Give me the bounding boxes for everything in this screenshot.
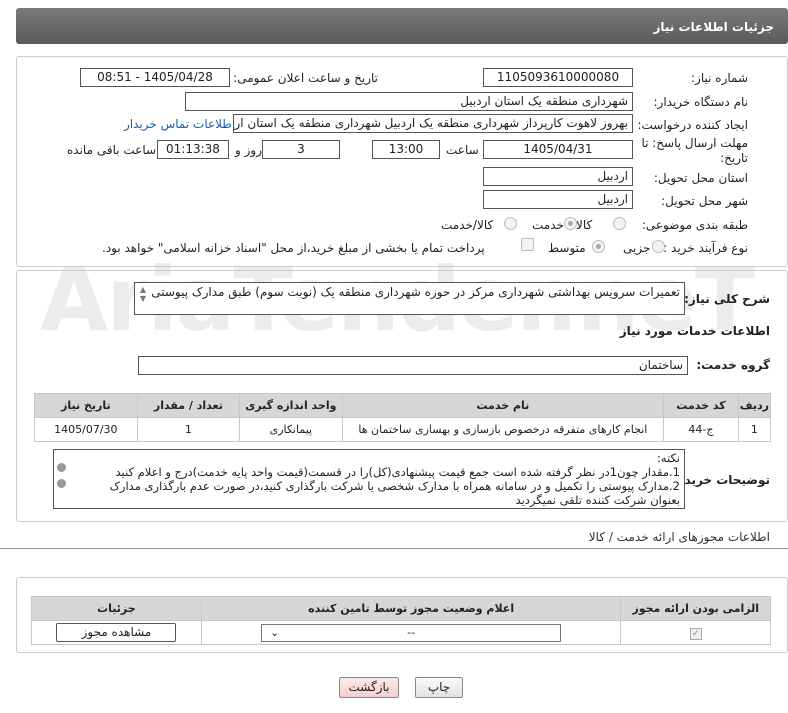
purchase-radio-minor[interactable] — [652, 240, 665, 253]
city-field[interactable]: اردبیل — [483, 190, 633, 209]
creator-field[interactable]: بهروز لاهوت کارپرداز شهرداری منطقه یک ار… — [233, 114, 633, 133]
scroll-up-dot[interactable] — [57, 463, 66, 472]
col-row: ردیف — [737, 393, 772, 418]
buyer-notes-line: 2.مدارک پیوستی را تکمیل و در سامانه همرا… — [109, 479, 680, 493]
scroll-down-dot[interactable] — [57, 479, 66, 488]
cell-quantity: 1 — [136, 417, 241, 442]
remaining-label: ساعت باقی مانده — [67, 143, 157, 157]
col-quantity: تعداد / مقدار — [136, 393, 241, 418]
permit-required-checkbox[interactable]: ✓ — [689, 627, 702, 640]
description-label: شرح کلی نیاز: — [684, 292, 770, 306]
col-permit-required: الزامی بودن ارائه مجوز — [620, 596, 771, 621]
buyer-notes-textarea[interactable]: نکته: 1.مقدار چون1در نظر گرفته شده است ج… — [53, 449, 685, 509]
days-remaining-field[interactable]: 3 — [262, 140, 340, 159]
service-group-label: گروه خدمت: — [696, 358, 770, 372]
buyer-org-label: نام دستگاه خریدار: — [653, 95, 749, 109]
cell-service-name: انجام کارهای متفرقه درخصوص بازسازی و بهس… — [341, 417, 665, 442]
treasury-note: پرداخت تمام یا بخشی از مبلغ خرید،از محل … — [102, 241, 485, 255]
page-header: جزئیات اطلاعات نیاز — [16, 8, 788, 44]
permit-status-select[interactable]: ⌄ -- — [261, 623, 562, 642]
description-text: تعمیرات سرویس بهداشتی شهرداری مرکز در حو… — [151, 285, 680, 299]
col-need-date: تاریخ نیاز — [34, 393, 138, 418]
announce-datetime-field[interactable]: 1405/04/28 - 08:51 — [80, 68, 230, 87]
cell-service-code: ج-44 — [663, 417, 739, 442]
province-field[interactable]: اردبیل — [483, 167, 633, 186]
category-radio-service[interactable] — [564, 217, 577, 230]
col-permit-status: اعلام وضعیت مجوز توسط تامین کننده — [200, 596, 622, 621]
purchase-option-minor: جزیی — [623, 241, 651, 255]
col-permit-details: جزئیات — [31, 596, 202, 621]
services-table: ردیف کد خدمت نام خدمت واحد اندازه گیری ت… — [34, 393, 772, 442]
services-header-row: ردیف کد خدمت نام خدمت واحد اندازه گیری ت… — [34, 393, 772, 418]
col-service-name: نام خدمت — [341, 393, 665, 418]
cell-permit-required: ✓ — [620, 620, 771, 645]
category-option-service: خدمت — [532, 218, 564, 232]
purchase-radio-medium[interactable] — [592, 240, 605, 253]
buyer-contact-link[interactable]: اطلاعات تماس خریدار — [124, 116, 235, 132]
deadline-label: مهلت ارسال پاسخ: تا — [641, 136, 748, 150]
category-radio-goods[interactable] — [613, 217, 626, 230]
col-service-code: کد خدمت — [663, 393, 739, 418]
creator-label: ایجاد کننده درخواست: — [637, 118, 748, 132]
treasury-checkbox[interactable] — [521, 238, 534, 251]
buyer-notes-line: 1.مقدار چون1در نظر گرفته شده است جمع قیم… — [115, 465, 680, 479]
category-option-goods: کالا — [576, 218, 593, 232]
days-label: روز و — [235, 143, 262, 157]
print-button[interactable]: چاپ — [415, 677, 463, 698]
view-permit-button[interactable]: مشاهده مجوز — [56, 623, 177, 642]
description-textarea[interactable]: تعمیرات سرویس بهداشتی شهرداری مرکز در حو… — [134, 282, 685, 315]
need-number-field[interactable]: 1105093610000080 — [483, 68, 633, 87]
category-radio-goods-service[interactable] — [504, 217, 517, 230]
cell-row: 1 — [737, 417, 772, 442]
deadline-date-label: تاریخ: — [720, 151, 748, 165]
purchase-type-label: نوع فرآیند خرید : — [663, 241, 748, 255]
buyer-org-field[interactable]: شهرداری منطقه یک استان اردبیل — [185, 92, 633, 111]
remaining-time-field[interactable]: 01:13:38 — [157, 140, 229, 159]
purchase-option-medium: متوسط — [548, 241, 586, 255]
deadline-date-field[interactable]: 1405/04/31 — [483, 140, 633, 159]
cell-unit: پیمانکاری — [239, 417, 343, 442]
province-label: استان محل تحویل: — [653, 171, 748, 185]
permits-section-title: اطلاعات مجوزهای ارائه خدمت / کالا — [588, 530, 770, 544]
buyer-notes-line: بعنوان شرکت کننده تلقی نمیگردید — [515, 493, 680, 507]
deadline-time-field[interactable]: 13:00 — [372, 140, 440, 159]
col-unit: واحد اندازه گیری — [239, 393, 343, 418]
permit-status-value: -- — [407, 625, 416, 639]
announce-datetime-label: تاریخ و ساعت اعلان عمومی: — [233, 71, 378, 85]
cell-permit-status: ⌄ -- — [200, 620, 622, 645]
permits-table: الزامی بودن ارائه مجوز اعلام وضعیت مجوز … — [31, 596, 771, 645]
deadline-time-label: ساعت — [446, 143, 479, 157]
services-section-title: اطلاعات خدمات مورد نیاز — [619, 324, 770, 338]
need-number-label: شماره نیاز: — [691, 71, 748, 85]
page-title: جزئیات اطلاعات نیاز — [653, 20, 774, 34]
category-option-goods-service: کالا/خدمت — [441, 218, 494, 232]
table-row: ✓ ⌄ -- مشاهده مجوز — [31, 620, 771, 645]
chevron-down-icon: ⌄ — [270, 625, 280, 639]
city-label: شهر محل تحویل: — [661, 194, 748, 208]
buyer-notes-line: نکته: — [656, 451, 680, 465]
divider — [0, 548, 788, 549]
category-label: طبقه بندی موضوعی: — [641, 218, 748, 232]
need-info-section — [16, 56, 788, 267]
service-group-field[interactable]: ساختمان — [138, 356, 688, 375]
cell-permit-details: مشاهده مجوز — [31, 620, 202, 645]
buyer-notes-text: نکته: 1.مقدار چون1در نظر گرفته شده است ج… — [110, 451, 680, 507]
description-scrollbar[interactable]: ▲ ▼ — [137, 285, 149, 311]
back-button[interactable]: بازگشت — [339, 677, 399, 698]
permits-header-row: الزامی بودن ارائه مجوز اعلام وضعیت مجوز … — [31, 596, 771, 621]
cell-need-date: 1405/07/30 — [34, 417, 138, 442]
table-row[interactable]: 1 ج-44 انجام کارهای متفرقه درخصوص بازساز… — [34, 417, 772, 442]
